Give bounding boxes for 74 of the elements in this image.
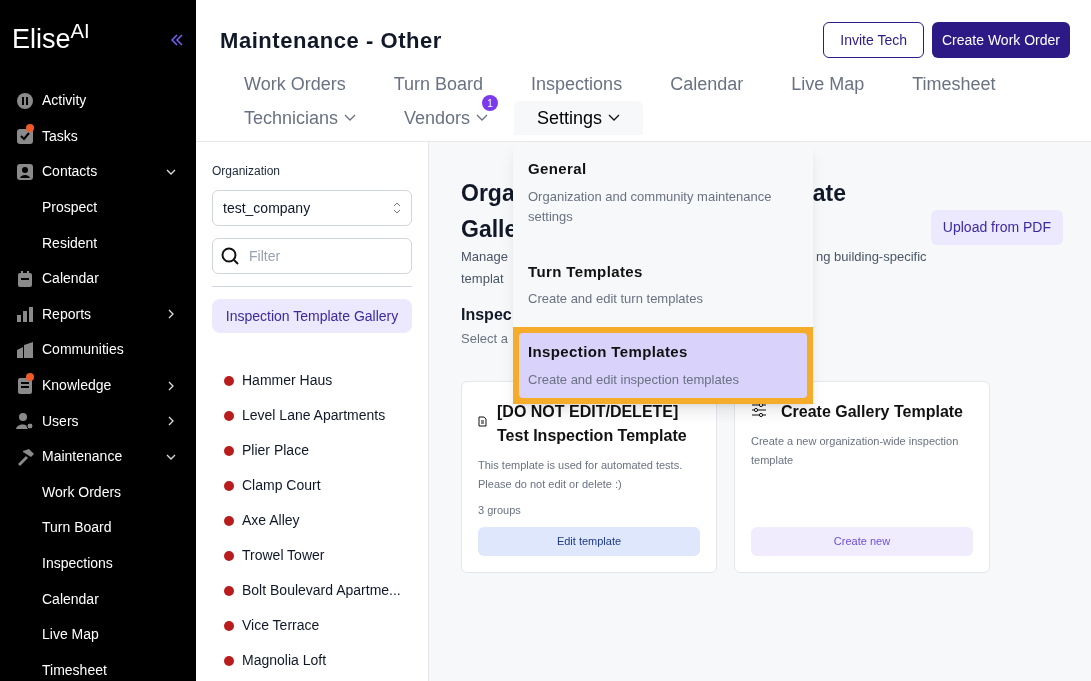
sidebar-item[interactable]: Activity bbox=[0, 83, 196, 119]
card-title: Create Gallery Template bbox=[781, 401, 963, 422]
sidebar-subitem[interactable]: Turn Board bbox=[0, 510, 196, 546]
nav-tab[interactable]: Inspections bbox=[531, 67, 623, 101]
property-item[interactable]: Bolt Boulevard Apartme... bbox=[242, 580, 401, 601]
menu-item[interactable]: General Organization and community maintenance settings bbox=[513, 142, 813, 245]
sidebar-item[interactable]: Communities bbox=[0, 332, 196, 368]
person-card-icon bbox=[15, 162, 35, 182]
property-item[interactable]: Vice Terrace bbox=[242, 615, 320, 636]
nav-tab[interactable]: Technicians bbox=[244, 101, 357, 135]
nav-tab[interactable]: Live Map bbox=[791, 67, 865, 101]
book-icon bbox=[15, 375, 35, 396]
section-subtitle: Select a bbox=[461, 330, 508, 348]
description-text: Manage bbox=[461, 248, 508, 267]
sidebar-item[interactable]: Tasks bbox=[0, 118, 196, 155]
sidebar-subitem[interactable]: Inspections bbox=[0, 545, 196, 582]
sidebar-subitem[interactable]: Live Map bbox=[0, 616, 196, 653]
page-heading: ate bbox=[812, 178, 846, 208]
description-text: ng building-specific bbox=[816, 248, 927, 267]
collapse-icon[interactable] bbox=[170, 32, 184, 47]
property-item[interactable]: Hammer Haus bbox=[242, 370, 333, 391]
create-button[interactable]: Create Work Order bbox=[932, 22, 1070, 58]
property-item[interactable]: Trowel Tower bbox=[242, 545, 325, 566]
section-title: Inspec bbox=[461, 305, 512, 325]
nav-tab[interactable]: Work Orders bbox=[244, 67, 346, 101]
field-label: Organization bbox=[212, 163, 282, 180]
menu-item[interactable]: Turn Templates Create and edit turn templates bbox=[513, 244, 813, 327]
card-title: [DO NOT EDIT/DELETE] Test Inspection Template bbox=[497, 401, 688, 446]
sidebar-item[interactable]: Reports bbox=[0, 296, 196, 333]
card-description: Create a new organization-wide inspection template bbox=[751, 433, 960, 468]
count-badge: 1 bbox=[482, 95, 498, 111]
menu-item[interactable]: Inspection Templates Create and edit inspection templates bbox=[513, 327, 813, 404]
nav-tab[interactable]: Timesheet bbox=[912, 67, 996, 101]
sidebar-item[interactable]: Knowledge bbox=[0, 367, 196, 404]
upload-button[interactable]: Upload from PDF bbox=[930, 209, 1063, 245]
property-item[interactable]: Magnolia Loft bbox=[242, 650, 327, 671]
filter-field[interactable]: Filter bbox=[212, 238, 412, 274]
property-item[interactable]: Level Lane Apartments bbox=[242, 405, 386, 426]
page-heading: Orga bbox=[461, 178, 515, 208]
sidebar-subitem[interactable]: Prospect bbox=[0, 189, 196, 226]
organization-select[interactable]: test_company bbox=[212, 190, 412, 226]
edit-button[interactable]: Edit template bbox=[478, 526, 700, 556]
calendar-icon bbox=[15, 268, 35, 289]
nav-tab[interactable]: Calendar bbox=[670, 67, 744, 101]
logo: Elise$^{AI}$ bbox=[12, 26, 90, 53]
sidebar-subitem[interactable]: Calendar bbox=[0, 581, 196, 617]
document-icon bbox=[478, 415, 487, 427]
property-item[interactable]: Plier Place bbox=[242, 440, 309, 461]
sidebar-subitem[interactable]: Resident bbox=[0, 225, 196, 261]
updown-icon bbox=[393, 202, 401, 214]
sidebar-item[interactable]: Contacts bbox=[0, 154, 196, 190]
sidebar-subitem[interactable]: Work Orders bbox=[0, 474, 196, 511]
nav-tab[interactable]: Settings bbox=[514, 101, 644, 135]
sliders-icon bbox=[751, 402, 767, 417]
sidebar-item[interactable]: Calendar bbox=[0, 260, 196, 297]
description-text: templat bbox=[461, 270, 504, 289]
page-title: Maintenance - Other bbox=[220, 26, 442, 55]
card-description: This template is used for automated tests. Please do not edit or delete :) bbox=[478, 457, 684, 492]
create-button[interactable]: Create new bbox=[751, 526, 973, 556]
sidebar-item[interactable]: Maintenance bbox=[0, 438, 196, 475]
sidebar-subitem[interactable]: Timesheet bbox=[0, 652, 196, 681]
bar-chart-icon bbox=[15, 304, 35, 325]
pause-circle-icon bbox=[15, 90, 35, 111]
property-item[interactable]: Clamp Court bbox=[242, 475, 321, 496]
search-icon bbox=[220, 246, 240, 266]
gallery-button[interactable]: Inspection Template Gallery bbox=[212, 299, 412, 333]
property-item[interactable]: Axe Alley bbox=[242, 510, 300, 531]
checkbox-icon bbox=[15, 126, 35, 147]
user-gear-icon bbox=[15, 411, 35, 432]
card-meta: 3 groups bbox=[478, 502, 522, 518]
buildings-icon bbox=[15, 339, 35, 360]
sidebar-item[interactable]: Users bbox=[0, 403, 196, 439]
nav-tab[interactable]: Turn Board bbox=[393, 67, 484, 101]
invite-button[interactable]: Invite Tech bbox=[823, 22, 924, 58]
